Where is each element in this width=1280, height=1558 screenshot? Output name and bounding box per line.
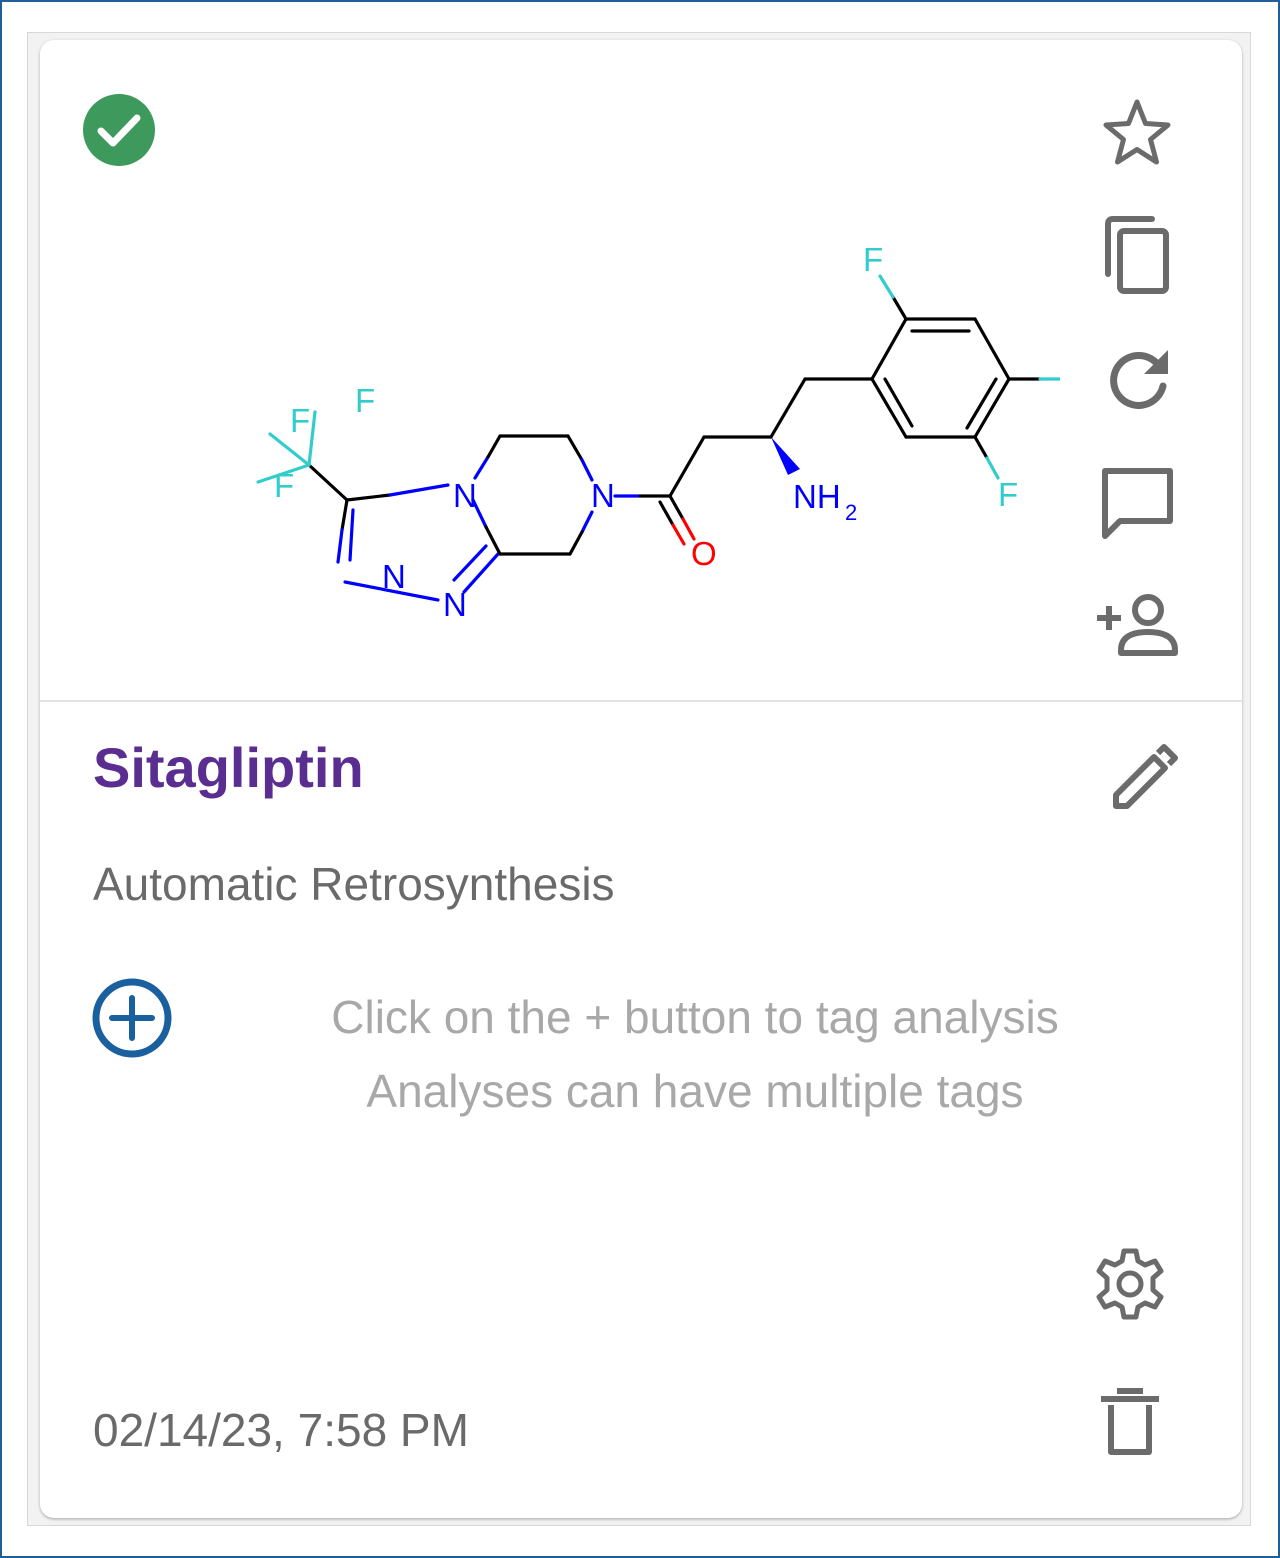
- tags-hint: Click on the + button to tag analysis An…: [280, 980, 1110, 1128]
- copy-icon: [1105, 216, 1169, 294]
- delete-button[interactable]: [1100, 1384, 1160, 1460]
- atom-label: N: [382, 558, 406, 595]
- add-tag-button[interactable]: [90, 976, 174, 1060]
- atom-label: F: [863, 241, 883, 278]
- comment-icon: [1102, 468, 1173, 539]
- refresh-icon: [1110, 350, 1168, 409]
- atom-label: N: [453, 477, 477, 514]
- analysis-title: Sitagliptin: [93, 736, 364, 799]
- analysis-type: Automatic Retrosynthesis: [93, 858, 615, 910]
- duplicate-button[interactable]: [1100, 214, 1174, 298]
- atom-label: F: [274, 467, 294, 504]
- card-divider: [40, 700, 1242, 702]
- rerun-button[interactable]: [1104, 344, 1174, 414]
- plus-circle-icon: [92, 978, 172, 1058]
- settings-button[interactable]: [1090, 1244, 1170, 1324]
- atom-label: O: [691, 535, 717, 572]
- atom-label: F: [290, 402, 310, 439]
- atom-label: F: [998, 476, 1018, 513]
- atom-label: N: [591, 477, 615, 514]
- tags-hint-line: Click on the + button to tag analysis: [331, 991, 1059, 1043]
- pencil-icon: [1113, 744, 1178, 809]
- created-timestamp: 02/14/23, 7:58 PM: [93, 1404, 469, 1456]
- star-icon: [1103, 99, 1171, 165]
- check-circle-icon: [83, 94, 155, 166]
- gear-icon: [1096, 1248, 1164, 1320]
- analysis-card[interactable]: F F F N N N N O NH 2 F F F: [40, 40, 1242, 1518]
- tags-hint-line: Analyses can have multiple tags: [366, 1065, 1024, 1117]
- trash-icon: [1101, 1388, 1159, 1455]
- molecule-structure: F F F N N N N O NH 2 F F F: [256, 241, 1060, 623]
- person-add-icon: [1097, 594, 1178, 656]
- share-button[interactable]: [1096, 590, 1180, 660]
- edit-title-button[interactable]: [1108, 744, 1178, 814]
- atom-label: N: [443, 586, 467, 623]
- comments-button[interactable]: [1100, 464, 1176, 540]
- favorite-button[interactable]: [1100, 96, 1174, 170]
- atom-label: 2: [845, 500, 857, 525]
- atom-label: NH: [793, 478, 841, 515]
- atom-label: F: [355, 382, 375, 419]
